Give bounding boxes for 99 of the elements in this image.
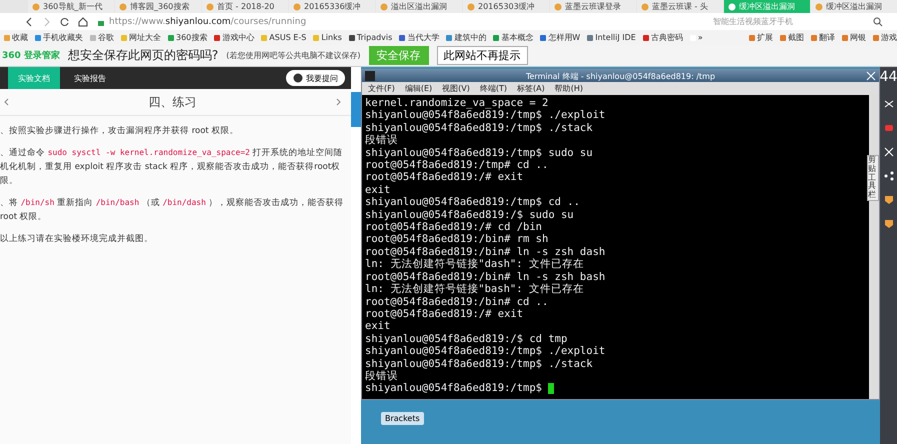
home-icon[interactable] <box>78 16 88 26</box>
browser-tab[interactable]: 溢出区溢出漏洞 <box>376 0 462 13</box>
bookmark-link[interactable]: Links <box>313 33 342 42</box>
terminal-line: root@054f8a6ed819:/tmp# cd .. <box>365 159 550 172</box>
toolbar-button[interactable]: 截图 <box>780 32 804 43</box>
site-icon <box>380 2 388 10</box>
save-password-prompt: 想安全保存此网页的密码吗? <box>68 47 218 64</box>
toolbar-tab[interactable]: 剪贴工具栏 <box>867 155 879 201</box>
bookmark-link[interactable]: Tripadvis <box>348 33 392 42</box>
site-icon <box>728 2 736 10</box>
badge-icon[interactable] <box>884 219 894 229</box>
terminal-line: root@054f8a6ed819:/bin# ln -s zsh dash <box>365 246 606 258</box>
exercise-text: 、通过命令 sudo sysctl -w kernel.randomize_va_space=2 打开系统的地址空间随机化机制，重复用 exploit 程序攻击 stack 程序，观察能否攻击成功，能否获得root权限。 <box>0 146 344 188</box>
terminal-line: root@054f8a6ed819:/bin# ln -s zsh bash <box>365 270 606 283</box>
terminal-line: root@054f8a6ed819:/# exit <box>365 308 524 320</box>
bookmark-link[interactable]: 手机收藏夹 <box>35 32 83 43</box>
bookmark-link[interactable]: 360搜索 <box>168 32 208 43</box>
site-icon <box>815 2 823 10</box>
browser-tab[interactable]: 20165303缓冲 <box>463 0 549 13</box>
scrollbar[interactable]: 剪贴工具栏 <box>869 95 879 399</box>
terminal-line: root@054f8a6ed819:/# exit <box>365 171 524 184</box>
browser-tab[interactable]: 博客园_360搜索 <box>115 0 201 13</box>
cursor <box>548 382 554 394</box>
terminal-line: exit <box>365 320 392 333</box>
site-icon <box>206 2 214 10</box>
terminal-icon <box>365 71 375 81</box>
bookmark-link[interactable]: IntelliJ IDE <box>587 33 636 42</box>
terminal-line: root@054f8a6ed819:/# cd /bin <box>365 221 544 234</box>
menu-item[interactable]: 编辑(E) <box>404 83 432 94</box>
browser-tab[interactable]: 蓝墨云班课 - 头 <box>637 0 723 13</box>
browser-tab[interactable]: 首页 - 2018-20 <box>202 0 288 13</box>
site-icon <box>293 2 301 10</box>
terminal-line: root@054f8a6ed819:/bin# cd .. <box>365 296 550 308</box>
toolbar-button[interactable]: 扩展 <box>749 32 773 43</box>
record-icon[interactable] <box>884 123 894 133</box>
terminal-line: shiyanlou@054f8a6ed819:/tmp$ ./exploit <box>365 345 606 358</box>
bookmark-link[interactable]: ASUS E-S <box>261 33 306 42</box>
back-icon[interactable] <box>24 16 34 26</box>
exercise-text: 、按照实验步骤进行操作，攻击漏洞程序并获得 root 权限。 <box>0 124 240 138</box>
section-heading: 四、练习 <box>148 94 197 110</box>
prompt-note: (若您使用网吧等公共电脑不建议保存) <box>226 50 361 61</box>
terminal-line: root@054f8a6ed819:/bin# rm sh <box>365 233 550 246</box>
menu-item[interactable]: 标签(A) <box>517 83 545 94</box>
menu-item[interactable]: 帮助(H) <box>554 83 583 94</box>
terminal-line: shiyanlou@054f8a6ed819:/tmp$ sudo su <box>365 146 594 160</box>
window-controls-icon[interactable] <box>866 71 876 81</box>
ask-button[interactable]: 我要提问 <box>286 70 346 86</box>
question-icon <box>293 73 304 83</box>
exercise-text: 、将 /bin/sh 重新指向 /bin/bash （或 /bin/dash ），观察能否攻击成功，能否获得 root 权限。 <box>0 196 345 224</box>
bookmark-link[interactable]: 当代大学 <box>399 32 440 43</box>
share-icon[interactable] <box>884 171 894 181</box>
terminal-line: shiyanlou@054f8a6ed819:/tmp$ cd .. <box>365 196 581 209</box>
terminal-line: shiyanlou@054f8a6ed819:/tmp$ ./stack <box>365 122 594 134</box>
browser-tab[interactable]: 蓝墨云班课登录 <box>550 0 636 13</box>
bookmark-link[interactable]: 网址大全 <box>121 32 161 43</box>
terminal-line: 段错误 <box>365 370 399 382</box>
terminal-line: exit <box>365 184 392 196</box>
terminal-prompt: shiyanlou@054f8a6ed819:/tmp$ <box>365 382 544 394</box>
site-icon <box>641 2 649 10</box>
menu-item[interactable]: 终端(T) <box>480 83 507 94</box>
bookmark-link[interactable]: 建筑中的 <box>446 32 486 43</box>
site-icon <box>119 2 127 10</box>
terminal-line: ln: 无法创建符号链接"bash": 文件已存在 <box>365 283 585 296</box>
bookmark-link[interactable]: 古典密码 <box>642 32 683 43</box>
terminal-line: shiyanlou@054f8a6ed819:/tmp$ ./stack <box>365 358 594 370</box>
toolbar-button[interactable]: 翻译 <box>811 32 835 43</box>
bookmark-link[interactable]: 谷歌 <box>90 32 114 43</box>
counter-label: 44 <box>880 69 897 85</box>
toolbar-button[interactable]: 网银 <box>842 32 866 43</box>
terminal-line: shiyanlou@054f8a6ed819:/$ sudo su <box>365 208 575 222</box>
terminal-line: shiyanlou@054f8a6ed819:/$ cd tmp <box>365 332 568 346</box>
toolbar-button[interactable]: 游戏 <box>873 32 897 43</box>
menu-item[interactable]: 视图(V) <box>442 83 470 94</box>
bookmark-link[interactable]: » <box>690 33 703 42</box>
site-icon <box>554 2 562 10</box>
nav-tab[interactable]: 实验报告 <box>64 67 116 89</box>
bookmark-link[interactable]: 收藏 <box>4 32 28 43</box>
site-icon <box>467 2 475 10</box>
browser-tab[interactable]: 20165336缓冲 <box>289 0 375 13</box>
bookmark-link[interactable]: 基本概念 <box>493 32 534 43</box>
taskbar-button[interactable]: Brackets <box>381 412 424 425</box>
browser-tab[interactable]: 360导航_新一代 <box>28 0 114 13</box>
terminal-line: ln: 无法创建符号链接"dash": 文件已存在 <box>365 258 585 271</box>
reload-icon[interactable] <box>60 16 70 26</box>
terminal-line: kernel.randomize_va_space = 2 <box>365 97 550 110</box>
never-ask-button[interactable]: 此网站不再提示 <box>436 46 528 65</box>
exercise-text: 以上练习请在实验楼环境完成并截图。 <box>0 232 154 246</box>
brand-label: 360 登录管家 <box>2 49 60 62</box>
window-title: Terminal 终端 - shiyanlou@054f8a6ed819: /tmp <box>526 70 716 82</box>
menu-item[interactable]: 文件(F) <box>368 83 395 94</box>
site-icon <box>32 2 40 10</box>
bookmark-link[interactable]: 游戏中心 <box>214 32 254 43</box>
badge-icon[interactable] <box>884 195 894 205</box>
bookmark-link[interactable]: 怎样用W <box>540 32 580 43</box>
search-icon[interactable] <box>873 16 883 26</box>
address-field[interactable]: https://www.shiyanlou.com/courses/running <box>96 16 705 26</box>
browser-tab[interactable]: 缓冲区溢出漏洞 <box>811 0 897 13</box>
terminal-line: 段错误 <box>365 134 399 147</box>
terminal-line: shiyanlou@054f8a6ed819:/tmp$ ./exploit <box>365 109 606 122</box>
